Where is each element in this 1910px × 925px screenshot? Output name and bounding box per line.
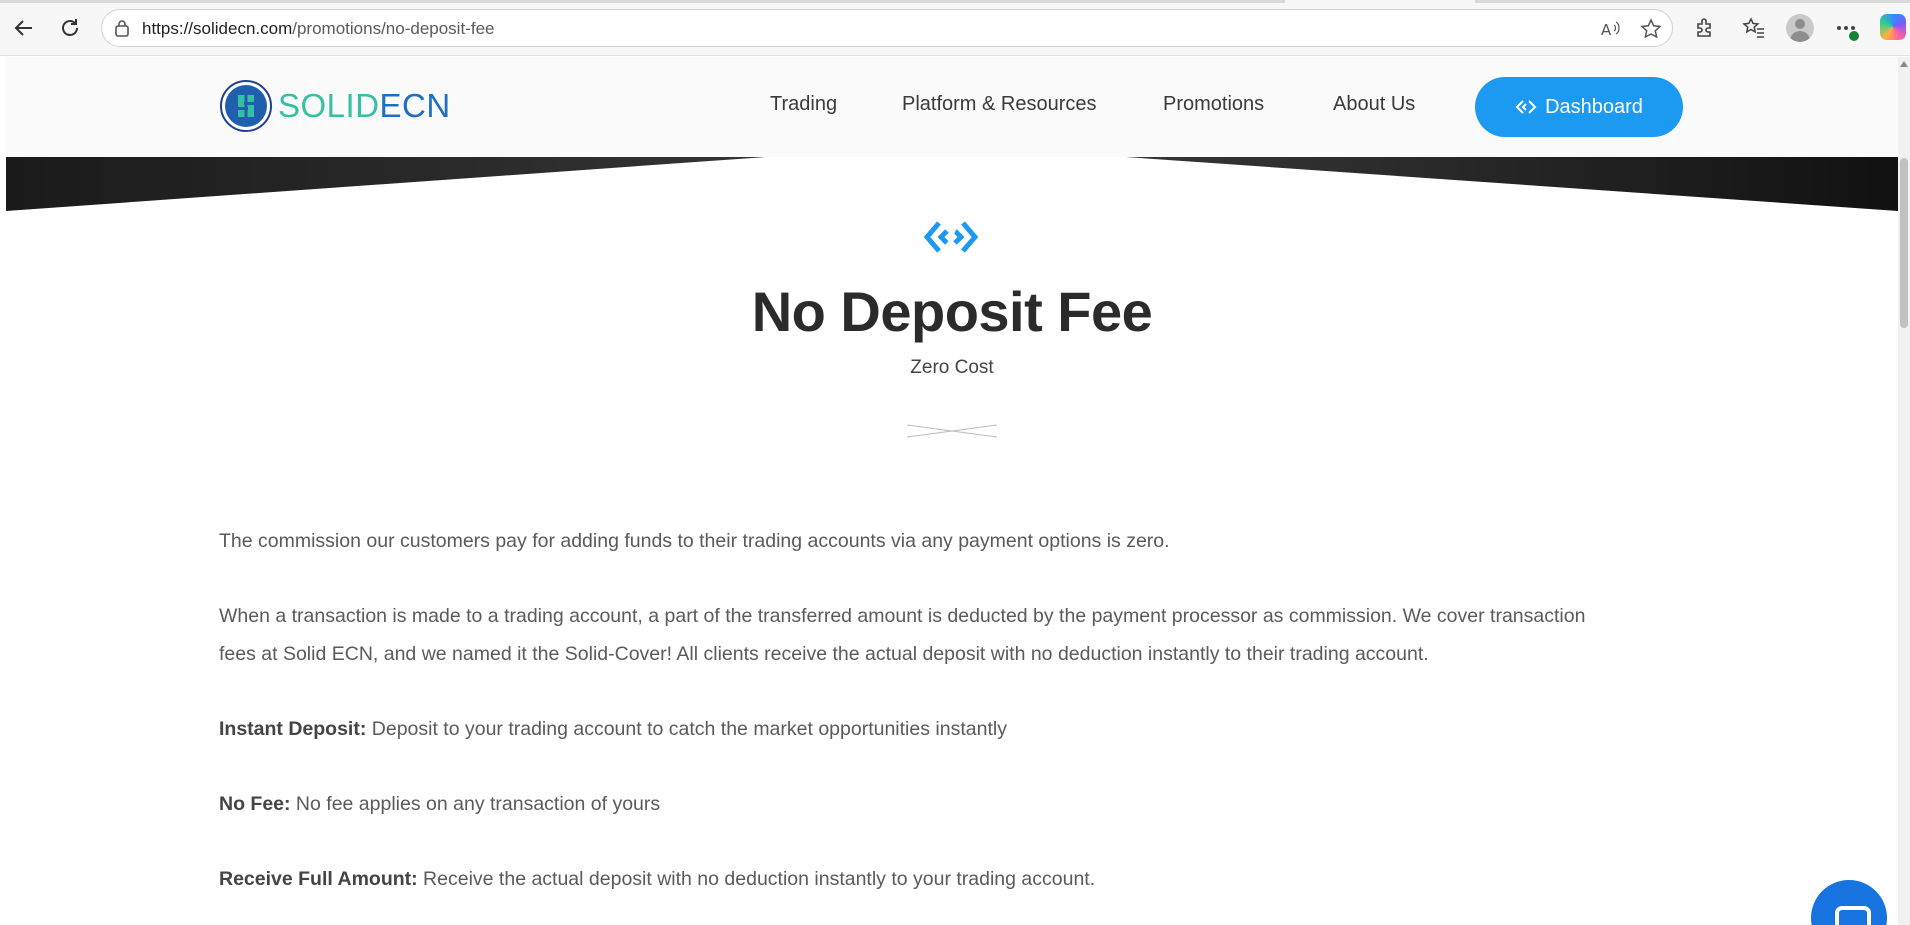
site-logo[interactable]: SOLIDECN xyxy=(220,80,451,132)
details-paragraph-line1: When a transaction is made to a trading … xyxy=(219,605,1586,627)
dashboard-logo-icon xyxy=(1515,100,1537,114)
browser-toolbar: https://solidecn.com/promotions/no-depos… xyxy=(0,0,1910,56)
extensions-icon[interactable] xyxy=(1690,14,1718,42)
feature-receive-full-amount: Receive Full Amount: Receive the actual … xyxy=(219,860,1095,898)
url-domain: https://solidecn.com xyxy=(142,19,293,38)
site-info-icon[interactable] xyxy=(114,19,130,37)
site-header: SOLIDECN Trading Platform & Resources Pr… xyxy=(6,57,1898,157)
tab-strip-indicator xyxy=(0,0,1285,3)
section-logo-icon xyxy=(923,221,979,254)
dashboard-button-label: Dashboard xyxy=(1545,95,1643,118)
logo-text-solid: SOLID xyxy=(278,87,380,124)
feature-text: Receive the actual deposit with no deduc… xyxy=(417,868,1096,890)
hero-banner-edge xyxy=(6,157,1898,211)
copilot-icon[interactable] xyxy=(1880,14,1906,40)
scroll-up-arrow-icon[interactable] xyxy=(1900,61,1908,67)
decorative-divider xyxy=(907,424,997,438)
favorite-star-icon[interactable] xyxy=(1640,18,1662,40)
back-arrow-icon[interactable] xyxy=(8,12,40,44)
read-aloud-icon[interactable]: A xyxy=(1600,18,1622,40)
favorites-icon[interactable] xyxy=(1740,14,1768,42)
nav-promotions[interactable]: Promotions xyxy=(1163,93,1264,116)
feature-label: Receive Full Amount: xyxy=(219,868,418,890)
logo-wordmark: SOLIDECN xyxy=(278,80,451,132)
page-subtitle: Zero Cost xyxy=(910,357,994,378)
nav-about-us[interactable]: About Us xyxy=(1333,93,1415,116)
details-paragraph-line2: fees at Solid ECN, and we named it the S… xyxy=(219,643,1429,665)
address-bar[interactable]: https://solidecn.com/promotions/no-depos… xyxy=(101,9,1673,47)
nav-platform-resources[interactable]: Platform & Resources xyxy=(902,93,1097,116)
solidecn-logo-icon xyxy=(220,80,272,132)
intro-paragraph: The commission our customers pay for add… xyxy=(219,530,1170,552)
feature-label: No Fee: xyxy=(219,793,291,815)
feature-label: Instant Deposit: xyxy=(219,718,367,740)
web-page: SOLIDECN Trading Platform & Resources Pr… xyxy=(6,57,1898,925)
feature-instant-deposit: Instant Deposit: Deposit to your trading… xyxy=(219,710,1007,748)
profile-icon[interactable] xyxy=(1786,14,1814,42)
scrollbar-thumb[interactable] xyxy=(1900,158,1908,328)
reload-icon[interactable] xyxy=(54,12,86,44)
page-scrollbar[interactable] xyxy=(1898,57,1910,925)
feature-text: No fee applies on any transaction of you… xyxy=(290,793,661,815)
url-path: /promotions/no-deposit-fee xyxy=(292,19,495,38)
url-text[interactable]: https://solidecn.com/promotions/no-depos… xyxy=(142,19,494,39)
dashboard-button[interactable]: Dashboard xyxy=(1475,77,1683,137)
live-chat-icon[interactable] xyxy=(1811,880,1887,925)
svg-text:A: A xyxy=(1601,21,1612,39)
nav-trading[interactable]: Trading xyxy=(770,93,837,116)
logo-text-ecn: ECN xyxy=(379,87,451,124)
feature-text: Deposit to your trading account to catch… xyxy=(366,718,1007,740)
page-title: No Deposit Fee xyxy=(751,280,1153,343)
tab-strip-indicator-right xyxy=(1475,0,1910,3)
notification-badge-icon xyxy=(1848,30,1860,42)
feature-no-fee: No Fee: No fee applies on any transactio… xyxy=(219,785,660,823)
